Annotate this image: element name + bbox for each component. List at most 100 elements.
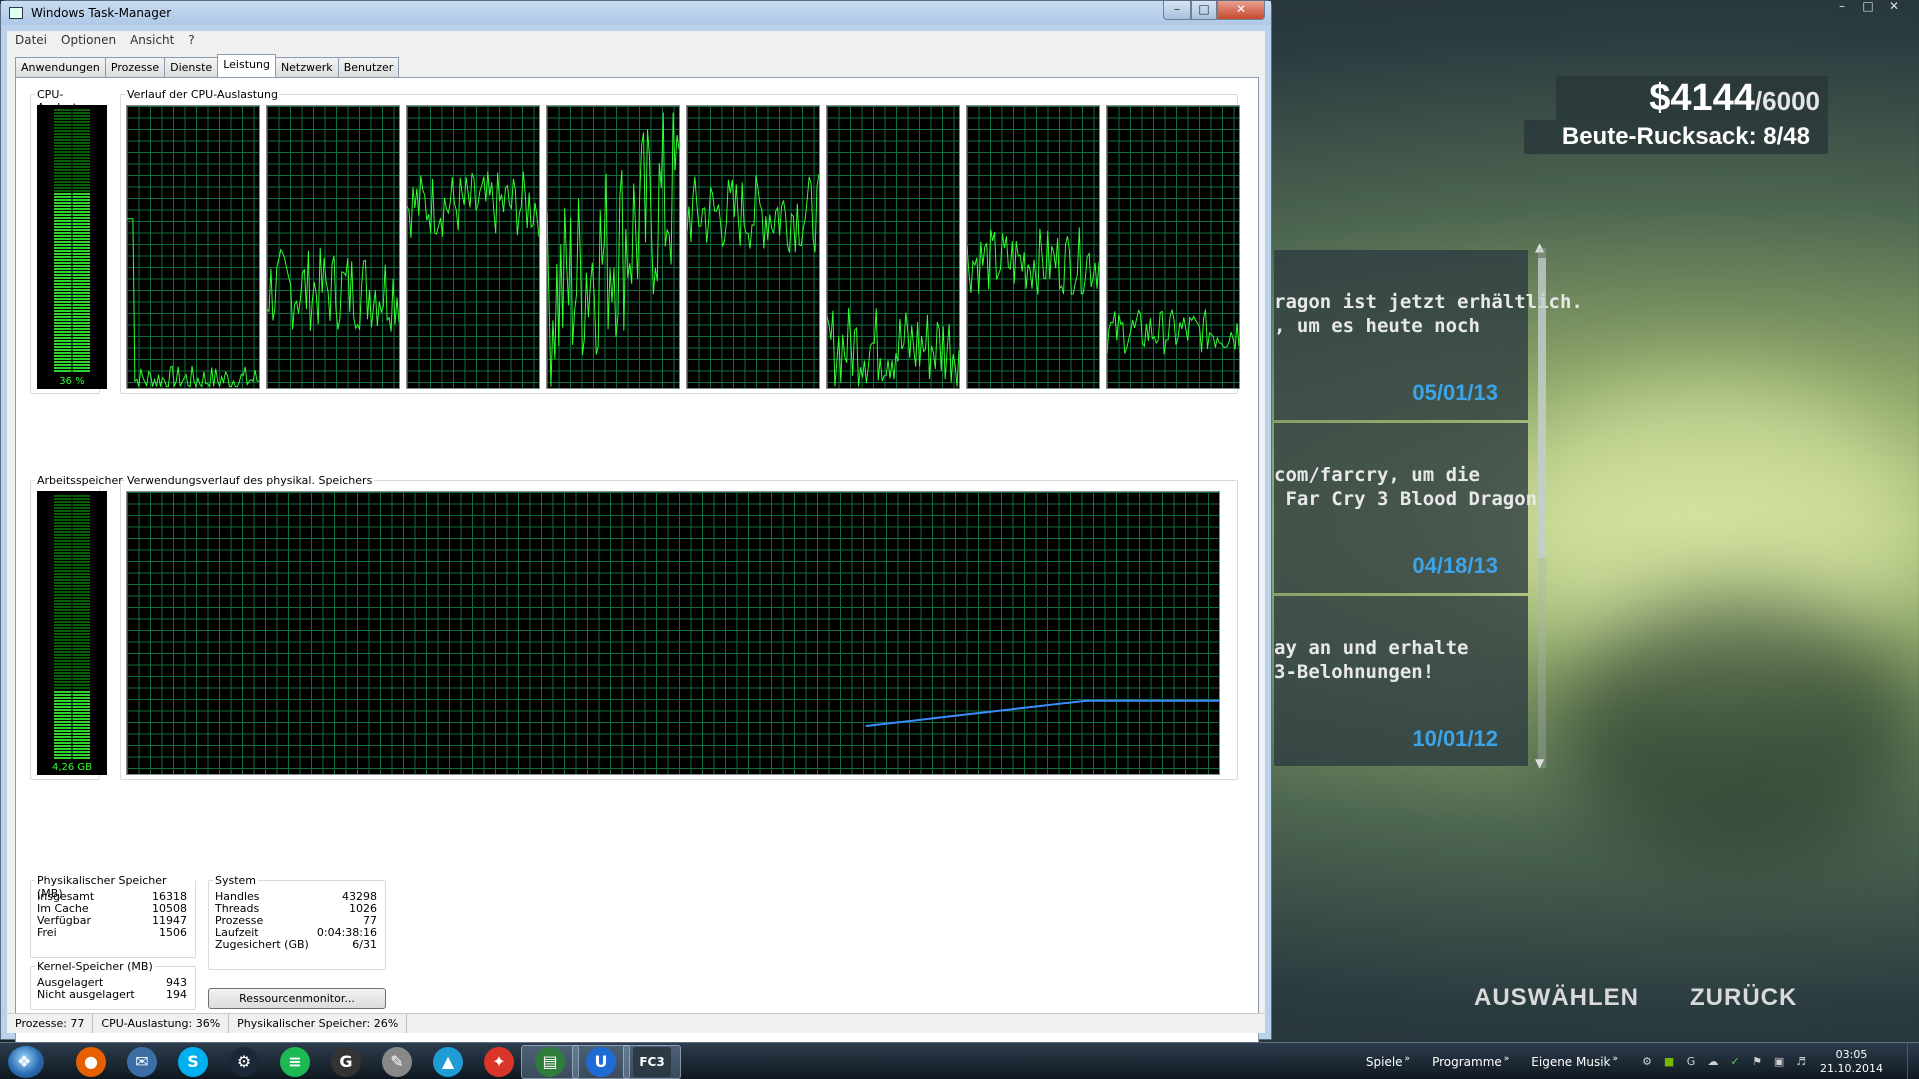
cpu-usage-group: CPU-Auslastung 36 % bbox=[30, 88, 107, 394]
cpu-meter-fill bbox=[54, 191, 90, 373]
menu-view[interactable]: Ansicht bbox=[130, 33, 174, 47]
tab-performance[interactable]: Leistung bbox=[217, 54, 276, 77]
news-scrollbar[interactable] bbox=[1538, 248, 1546, 768]
cpu-meter: 36 % bbox=[37, 105, 107, 389]
flag-tray-icon[interactable]: ⚑ bbox=[1750, 1055, 1764, 1069]
status-bar: Prozesse: 77 CPU-Auslastung: 36% Physika… bbox=[7, 1013, 1265, 1033]
taskbar-app-button[interactable]: ▲ bbox=[419, 1045, 477, 1079]
taskmanager-window-icon bbox=[9, 7, 23, 19]
loot-bag-display: Beute-Rucksack: 8/48 bbox=[1524, 120, 1828, 154]
cpu-core-graph bbox=[266, 105, 400, 389]
title-bar[interactable]: Windows Task-Manager – □ ✕ bbox=[1, 1, 1271, 25]
steam-icon: ⚙ bbox=[229, 1047, 259, 1077]
taskbar-app-button[interactable]: FC3 bbox=[623, 1045, 681, 1079]
puzzle-app-icon: ✦ bbox=[484, 1047, 514, 1077]
news-text: ragon ist jetzt erhältlich. , um es heut… bbox=[1274, 291, 1583, 337]
memory-history-plot bbox=[865, 699, 1219, 728]
volume-icon[interactable]: ♬ bbox=[1794, 1055, 1808, 1069]
taskbar-app-button[interactable]: S bbox=[164, 1045, 222, 1079]
nvidia-tray-icon[interactable]: ■ bbox=[1662, 1055, 1676, 1069]
minimize-button[interactable]: – bbox=[1163, 1, 1191, 20]
tab-users[interactable]: Benutzer bbox=[337, 57, 400, 77]
farcry3-icon: FC3 bbox=[633, 1047, 671, 1077]
monitor-tray-icon[interactable]: ▣ bbox=[1772, 1055, 1786, 1069]
network-tray-icon[interactable]: ☁ bbox=[1706, 1055, 1720, 1069]
table-row: Frei 1506 bbox=[37, 927, 187, 939]
menu-file[interactable]: Datei bbox=[15, 33, 47, 47]
menu-help[interactable]: ? bbox=[188, 33, 194, 47]
tab-network[interactable]: Netzwerk bbox=[274, 57, 339, 77]
cpu-core-graph bbox=[966, 105, 1100, 389]
close-button[interactable]: ✕ bbox=[1217, 1, 1265, 20]
check-tray-icon[interactable]: ✓ bbox=[1728, 1055, 1742, 1069]
cpu-core-plot bbox=[827, 307, 959, 387]
tab-applications[interactable]: Anwendungen bbox=[15, 57, 106, 77]
table-row: Zugesichert (GB) 6/31 bbox=[215, 939, 377, 951]
game-window-controls: – □ ✕ bbox=[1831, 0, 1905, 14]
status-processes: Prozesse: 77 bbox=[7, 1014, 94, 1033]
resource-monitor-button[interactable]: Ressourcenmonitor... bbox=[208, 988, 386, 1009]
back-button[interactable]: ZURÜCK bbox=[1690, 984, 1797, 1012]
clock[interactable]: 03:05 21.10.2014 bbox=[1820, 1048, 1883, 1076]
taskbar-app-button[interactable]: ✎ bbox=[368, 1045, 426, 1079]
logitech-tray-icon[interactable]: G bbox=[1684, 1055, 1698, 1069]
system-tray: ⚙ ■ G ☁ ✓ ⚑ ▣ ♬ bbox=[1640, 1055, 1808, 1069]
system-table: Handles 43298 Threads 1026 Prozesse 77 Lauf… bbox=[215, 891, 377, 951]
taskbar-app-button[interactable]: ≡ bbox=[266, 1045, 324, 1079]
arrow-app-icon: ▲ bbox=[433, 1047, 463, 1077]
news-item[interactable]: ragon ist jetzt erhältlich. , um es heut… bbox=[1274, 250, 1583, 420]
taskbar-app-button[interactable]: ▤ bbox=[521, 1045, 579, 1079]
row-value: 194 bbox=[166, 988, 187, 1001]
taskbar-app-button[interactable]: G bbox=[317, 1045, 375, 1079]
maximize-button[interactable]: □ bbox=[1191, 1, 1217, 20]
cpu-core-line bbox=[1107, 309, 1239, 355]
toolbar-games[interactable]: Spiele» bbox=[1366, 1054, 1410, 1069]
close-icon[interactable]: ✕ bbox=[1883, 0, 1905, 14]
cpu-core-plot bbox=[1107, 309, 1239, 355]
cpu-core-plot bbox=[967, 227, 1099, 296]
money-value: $4144 bbox=[1649, 77, 1755, 119]
cpu-core-graph bbox=[1106, 105, 1240, 389]
taskmanager-icon: ▤ bbox=[535, 1047, 565, 1077]
minimize-icon[interactable]: – bbox=[1831, 0, 1853, 14]
tab-services[interactable]: Dienste bbox=[164, 57, 219, 77]
cpu-core-plot bbox=[127, 218, 259, 388]
tab-processes[interactable]: Prozesse bbox=[104, 57, 166, 77]
steam-tray-icon[interactable]: ⚙ bbox=[1640, 1055, 1654, 1069]
toolbar-music[interactable]: Eigene Musik» bbox=[1531, 1054, 1618, 1069]
cpu-core-plot bbox=[267, 247, 399, 332]
scroll-down-icon[interactable]: ▼ bbox=[1535, 756, 1544, 770]
cpu-core-line bbox=[407, 171, 539, 238]
row-label: Frei bbox=[37, 926, 57, 939]
toolbar-programs[interactable]: Programme» bbox=[1432, 1054, 1509, 1069]
tab-strip: Anwendungen Prozesse Dienste Leistung Ne… bbox=[15, 54, 400, 77]
taskbar-app-button[interactable]: ✦ bbox=[470, 1045, 528, 1079]
news-item[interactable]: ay an und erhalte 3-Belohnungen! 10/01/1… bbox=[1274, 596, 1528, 766]
scrollbar-thumb[interactable] bbox=[1538, 258, 1546, 558]
row-value: 1506 bbox=[159, 926, 187, 939]
news-date: 04/18/13 bbox=[1412, 553, 1498, 578]
skype-icon: S bbox=[178, 1047, 208, 1077]
toolbar-label: Spiele bbox=[1365, 1055, 1403, 1069]
cpu-core-plot bbox=[407, 171, 539, 238]
news-item[interactable]: com/farcry, um die Far Cry 3 Blood Drago… bbox=[1274, 423, 1537, 593]
row-label: Nicht ausgelagert bbox=[37, 988, 135, 1001]
memory-usage-value: 4,26 GB bbox=[51, 762, 93, 773]
memory-history-line bbox=[865, 699, 1219, 728]
windows-logo-icon: ❖ bbox=[17, 1052, 32, 1071]
kernel-memory-title: Kernel-Speicher (MB) bbox=[35, 960, 155, 973]
taskbar-app-button[interactable]: ✉ bbox=[113, 1045, 171, 1079]
memory-meter: 4,26 GB bbox=[37, 491, 107, 775]
cpu-core-plot bbox=[687, 174, 819, 253]
window-title: Windows Task-Manager bbox=[31, 6, 172, 20]
maximize-icon[interactable]: □ bbox=[1857, 0, 1879, 14]
show-desktop-button[interactable] bbox=[1907, 1043, 1919, 1079]
menu-options[interactable]: Optionen bbox=[61, 33, 116, 47]
taskbar-app-button[interactable]: ● bbox=[62, 1045, 120, 1079]
select-button[interactable]: AUSWÄHLEN bbox=[1474, 984, 1639, 1012]
taskbar-app-button[interactable]: ⚙ bbox=[215, 1045, 273, 1079]
cpu-history-label: Verlauf der CPU-Auslastung bbox=[125, 88, 280, 101]
start-button[interactable]: ❖ bbox=[8, 1046, 44, 1078]
taskbar-app-button[interactable]: U bbox=[572, 1045, 630, 1079]
fog-dark bbox=[1560, 600, 1919, 860]
